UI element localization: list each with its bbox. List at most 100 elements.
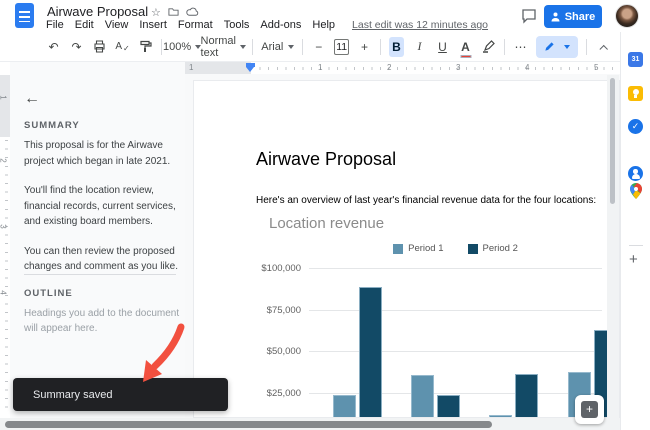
menu-bar: File Edit View Insert Format Tools Add-ons Help… bbox=[46, 19, 488, 31]
panel-divider bbox=[24, 274, 176, 275]
menu-tools[interactable]: Tools bbox=[224, 19, 250, 31]
horizontal-scrollbar[interactable] bbox=[0, 418, 620, 430]
bar-group-2 bbox=[411, 375, 460, 417]
highlight-color-icon[interactable] bbox=[481, 37, 496, 57]
legend-label-2: Period 2 bbox=[482, 243, 518, 254]
toolbar-separator bbox=[504, 38, 505, 55]
summary-saved-toast: Summary saved bbox=[13, 378, 228, 411]
toolbar-separator bbox=[161, 38, 162, 55]
toolbar-separator bbox=[586, 38, 587, 55]
paint-format-icon[interactable] bbox=[138, 37, 153, 57]
hide-menus-icon[interactable] bbox=[595, 37, 610, 57]
font-family-value: Arial bbox=[261, 40, 284, 53]
google-tasks-icon[interactable]: ✓ bbox=[628, 119, 643, 134]
chart-options-plus-icon: + bbox=[581, 401, 598, 418]
redo-icon[interactable]: ↷ bbox=[69, 37, 84, 57]
toolbar-separator bbox=[252, 38, 254, 55]
red-annotation-arrow bbox=[143, 323, 185, 382]
menu-insert[interactable]: Insert bbox=[139, 19, 167, 31]
outline-heading: OUTLINE bbox=[24, 288, 73, 299]
summary-paragraph-2: You'll find the location review, financi… bbox=[24, 185, 176, 227]
document-workspace: 1 1 2 3 4 5 Airwave Proposal Here's an overvi… bbox=[185, 62, 620, 418]
vertical-ruler-ticks bbox=[5, 140, 8, 414]
legend-label-1: Period 1 bbox=[408, 243, 444, 254]
bar-period2-group3 bbox=[515, 373, 538, 417]
vertical-ruler[interactable]: 1 2 3 4 bbox=[0, 62, 10, 418]
decrease-font-size-icon[interactable]: − bbox=[311, 37, 326, 57]
ruler-number: 4 bbox=[525, 63, 530, 72]
share-button[interactable]: Share bbox=[544, 5, 602, 28]
chevron-down-icon bbox=[288, 44, 295, 49]
google-docs-icon[interactable] bbox=[15, 3, 34, 28]
zoom-select[interactable]: 100% bbox=[163, 37, 202, 57]
more-toolbar-options-icon[interactable]: ⋯ bbox=[513, 37, 528, 57]
menu-format[interactable]: Format bbox=[178, 19, 213, 31]
google-contacts-icon[interactable] bbox=[628, 166, 643, 181]
legend-item-2: Period 2 bbox=[467, 243, 518, 254]
google-calendar-icon[interactable]: 31 bbox=[628, 52, 643, 67]
bar-period2-group1 bbox=[359, 287, 382, 417]
vertical-ruler-margin bbox=[0, 75, 10, 137]
close-summary-back-icon[interactable]: ← bbox=[24, 90, 40, 108]
font-family-select[interactable]: Arial bbox=[261, 37, 295, 57]
undo-icon[interactable]: ↶ bbox=[46, 37, 61, 57]
get-add-ons-icon[interactable]: + bbox=[629, 251, 638, 268]
star-icon[interactable]: ☆ bbox=[151, 6, 161, 19]
increase-font-size-icon[interactable]: + bbox=[357, 37, 372, 57]
underline-button[interactable]: U bbox=[435, 37, 450, 57]
horizontal-ruler-ticks bbox=[251, 67, 620, 70]
bold-button[interactable]: B bbox=[389, 36, 404, 57]
text-color-button[interactable]: A bbox=[458, 37, 473, 58]
share-button-label: Share bbox=[564, 10, 596, 23]
open-comments-icon[interactable] bbox=[521, 8, 539, 25]
share-lock-person-icon bbox=[551, 12, 560, 21]
vertical-scrollbar-thumb[interactable] bbox=[610, 78, 615, 204]
y-axis-label-25000: $25,000 bbox=[266, 387, 301, 399]
last-edit-link[interactable]: Last edit was 12 minutes ago bbox=[352, 19, 488, 31]
horizontal-ruler-margin bbox=[185, 62, 251, 74]
font-size-input[interactable]: 11 bbox=[334, 38, 349, 55]
menu-view[interactable]: View bbox=[105, 19, 129, 31]
spellcheck-letter: A bbox=[115, 41, 122, 52]
document-heading-text[interactable]: Airwave Proposal bbox=[256, 149, 396, 170]
ruler-number: 2 bbox=[0, 158, 8, 162]
linked-chart-options-button[interactable]: + bbox=[575, 395, 604, 424]
docs-icon-lines bbox=[19, 11, 30, 22]
chart-legend: Period 1 Period 2 bbox=[309, 243, 602, 254]
google-maps-icon[interactable] bbox=[630, 183, 645, 199]
ruler-number: 5 bbox=[594, 63, 599, 72]
gridline-100000 bbox=[309, 268, 602, 269]
summary-paragraph-1: This proposal is for the Airwave project… bbox=[24, 140, 171, 167]
side-panel-divider bbox=[629, 245, 643, 246]
ruler-number: 1 bbox=[318, 63, 323, 72]
paragraph-style-select[interactable]: Normal text bbox=[200, 34, 246, 59]
editing-mode-button[interactable] bbox=[536, 35, 578, 58]
bar-group-3 bbox=[489, 373, 538, 417]
print-icon[interactable] bbox=[92, 37, 107, 57]
text-color-letter: A bbox=[461, 39, 470, 54]
legend-swatch-2 bbox=[467, 243, 478, 254]
horizontal-scrollbar-thumb[interactable] bbox=[5, 420, 492, 428]
google-keep-icon[interactable] bbox=[628, 86, 643, 101]
bar-period1-group1 bbox=[333, 395, 356, 417]
document-intro-text[interactable]: Here's an overview of last year's financ… bbox=[256, 195, 616, 206]
indent-marker[interactable] bbox=[246, 63, 255, 72]
summary-text: This proposal is for the Airwave project… bbox=[24, 138, 182, 289]
menu-file[interactable]: File bbox=[46, 19, 64, 31]
account-avatar[interactable] bbox=[615, 4, 639, 28]
vertical-scrollbar[interactable] bbox=[607, 75, 619, 418]
horizontal-ruler[interactable]: 1 1 2 3 4 5 bbox=[185, 62, 620, 74]
italic-button[interactable]: I bbox=[412, 37, 427, 57]
menu-addons[interactable]: Add-ons bbox=[260, 19, 301, 31]
document-page[interactable]: Airwave Proposal Here's an overview of l… bbox=[193, 80, 620, 418]
spelling-check-icon[interactable]: A ✓ bbox=[115, 37, 130, 57]
menu-items: File Edit View Insert Format Tools Add-ons Help bbox=[46, 19, 335, 31]
document-title[interactable]: Airwave Proposal bbox=[47, 4, 148, 19]
ruler-number: 3 bbox=[0, 224, 8, 228]
y-axis-label-100000: $100,000 bbox=[261, 263, 301, 274]
text-color-swatch bbox=[460, 54, 471, 58]
menu-help[interactable]: Help bbox=[312, 19, 335, 31]
paragraph-style-value: Normal text bbox=[200, 34, 236, 59]
location-revenue-chart[interactable]: $25,000 $50,000 $75,000 $100,000 bbox=[261, 263, 617, 417]
menu-edit[interactable]: Edit bbox=[75, 19, 94, 31]
